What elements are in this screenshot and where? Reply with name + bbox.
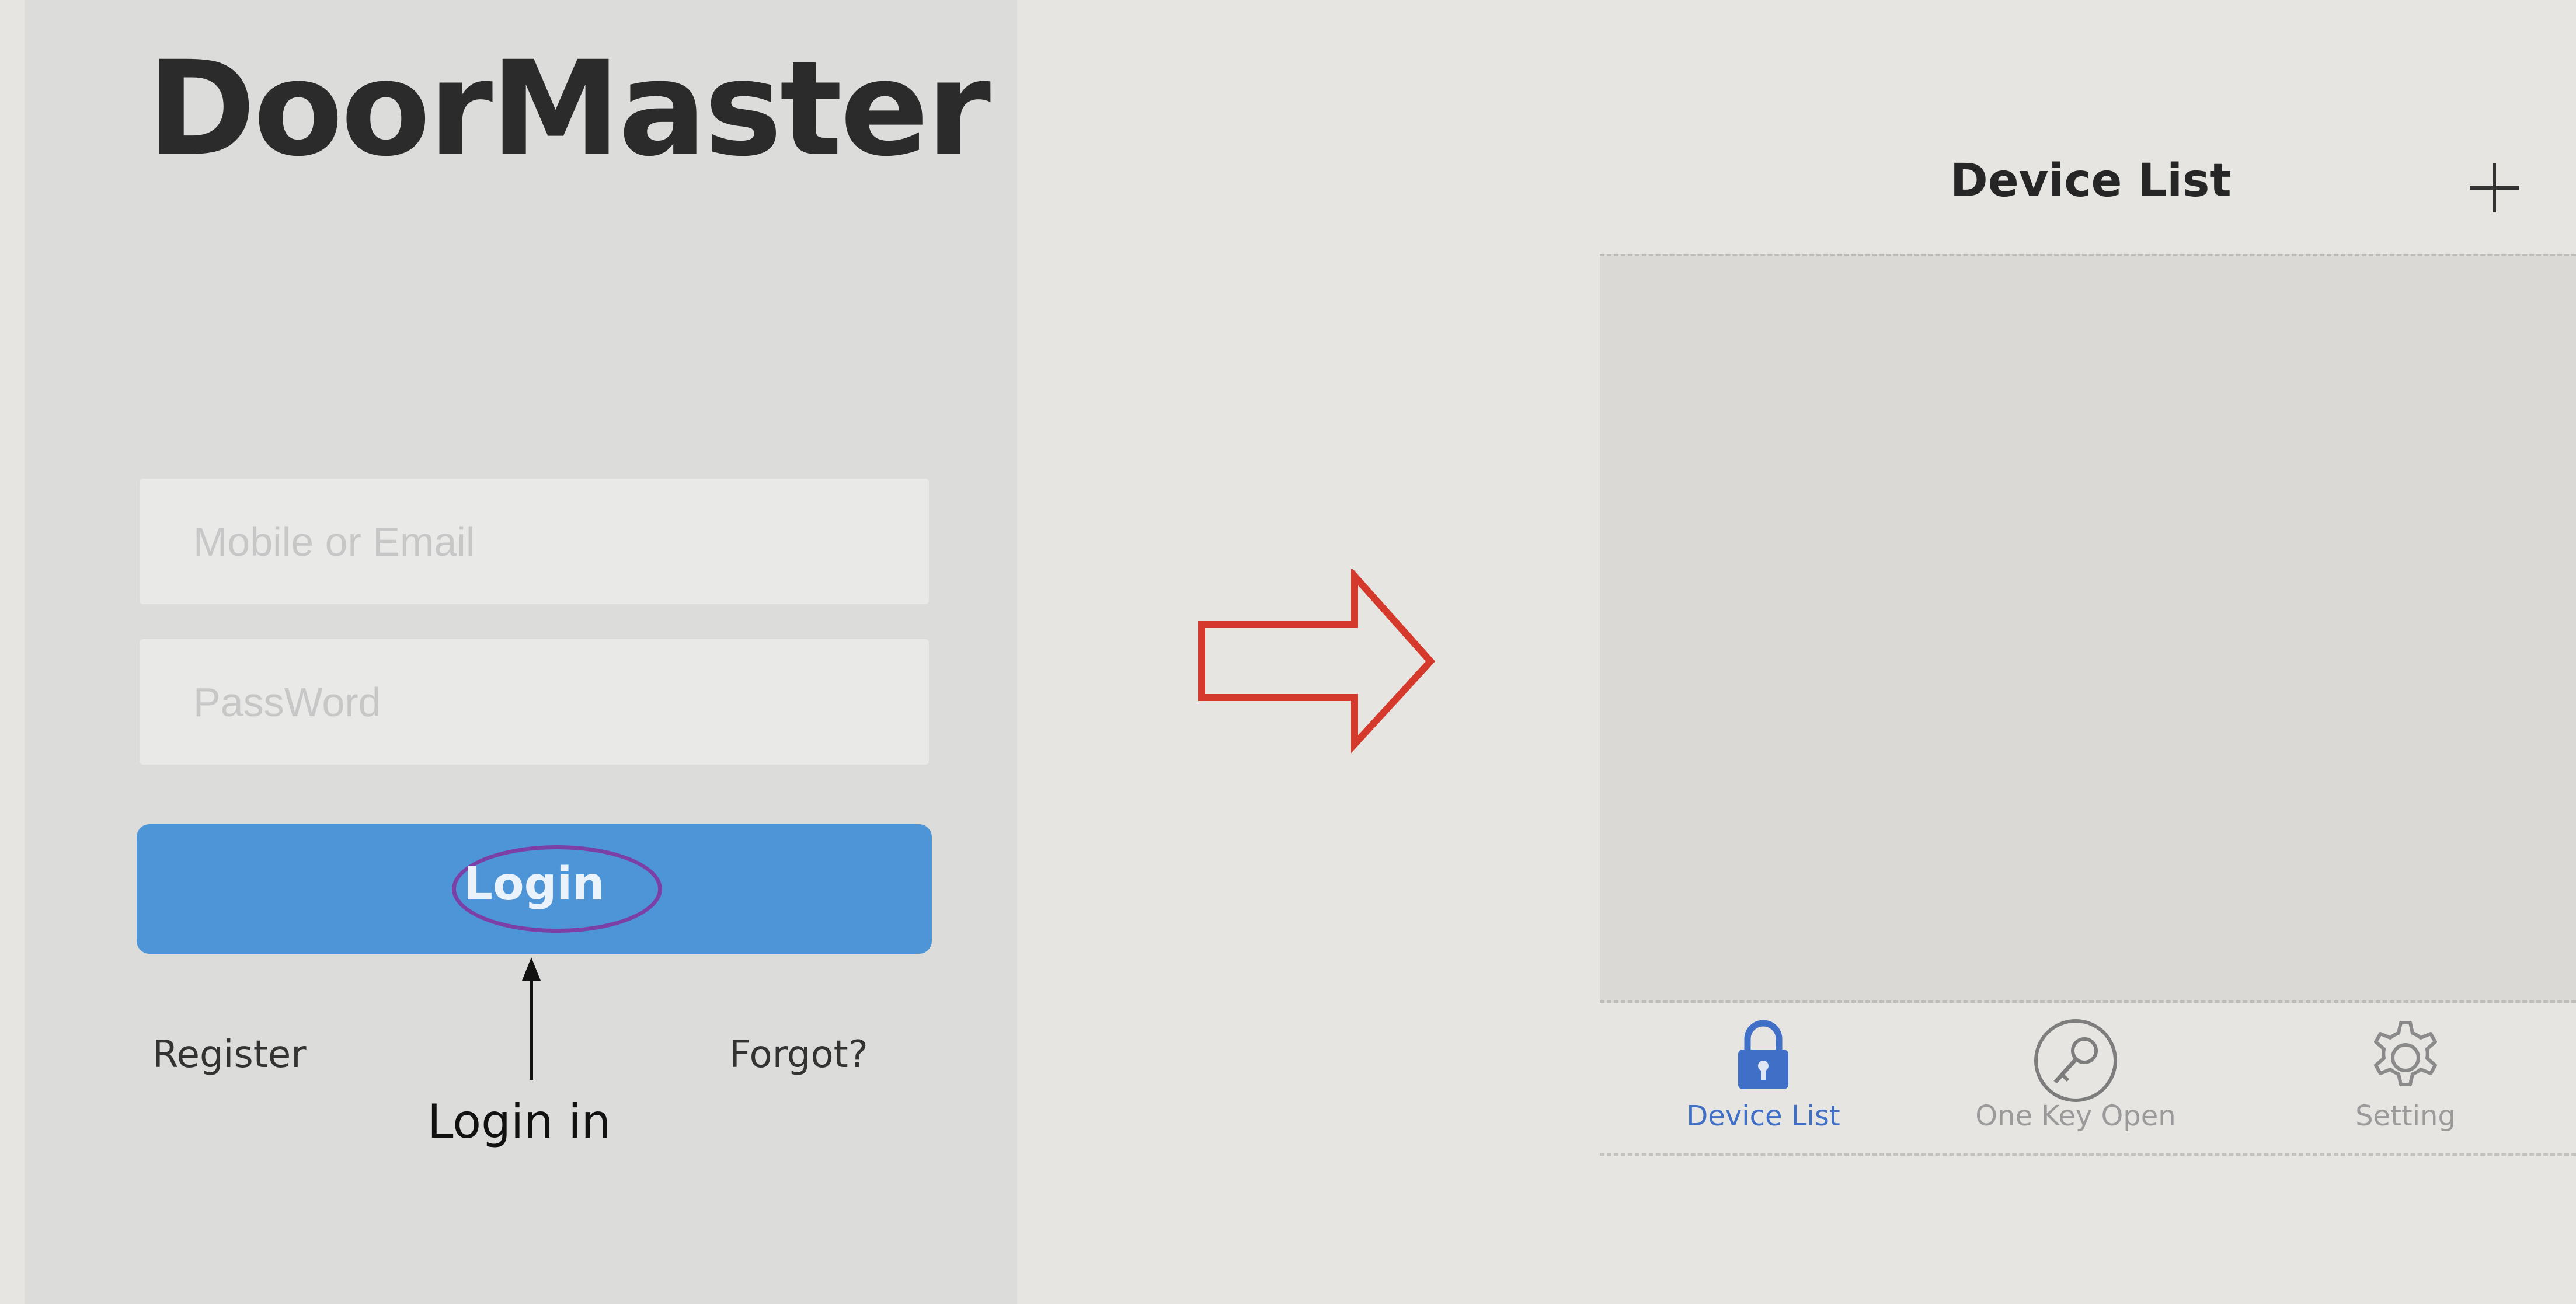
password-field[interactable] xyxy=(140,639,929,765)
tab-one-key-open[interactable]: One Key Open xyxy=(1947,1000,2204,1153)
login-button[interactable]: Login xyxy=(137,824,932,954)
app-title: DoorMaster xyxy=(147,33,991,185)
register-link[interactable]: Register xyxy=(152,1033,307,1076)
gear-icon xyxy=(2374,1021,2437,1086)
annotation-arrow-icon xyxy=(522,957,541,1080)
tab-label-setting: Setting xyxy=(2355,1100,2456,1132)
annotation-label: Login in xyxy=(427,1094,611,1149)
username-input[interactable] xyxy=(140,479,929,604)
password-input[interactable] xyxy=(140,639,929,765)
login-button-label: Login xyxy=(464,858,605,911)
tab-setting[interactable]: Setting xyxy=(2289,1000,2522,1153)
tab-device-list[interactable]: Device List xyxy=(1629,1000,1898,1153)
tab-label-device-list: Device List xyxy=(1686,1100,1840,1132)
page-title: Device List xyxy=(1950,155,2232,207)
tab-label-one-key-open: One Key Open xyxy=(1975,1100,2176,1132)
login-screen: DoorMaster Login Register Forgot? Login … xyxy=(25,0,1017,1304)
username-field[interactable] xyxy=(140,479,929,604)
lock-icon xyxy=(1738,1020,1788,1089)
tab-bar: Device List One Key Open Setting xyxy=(1600,1000,2576,1156)
device-list-area xyxy=(1600,254,2576,1003)
transition-arrow-icon xyxy=(1198,569,1436,754)
key-icon xyxy=(2034,1019,2117,1102)
forgot-password-link[interactable]: Forgot? xyxy=(729,1033,868,1076)
plus-icon[interactable] xyxy=(2465,159,2523,217)
